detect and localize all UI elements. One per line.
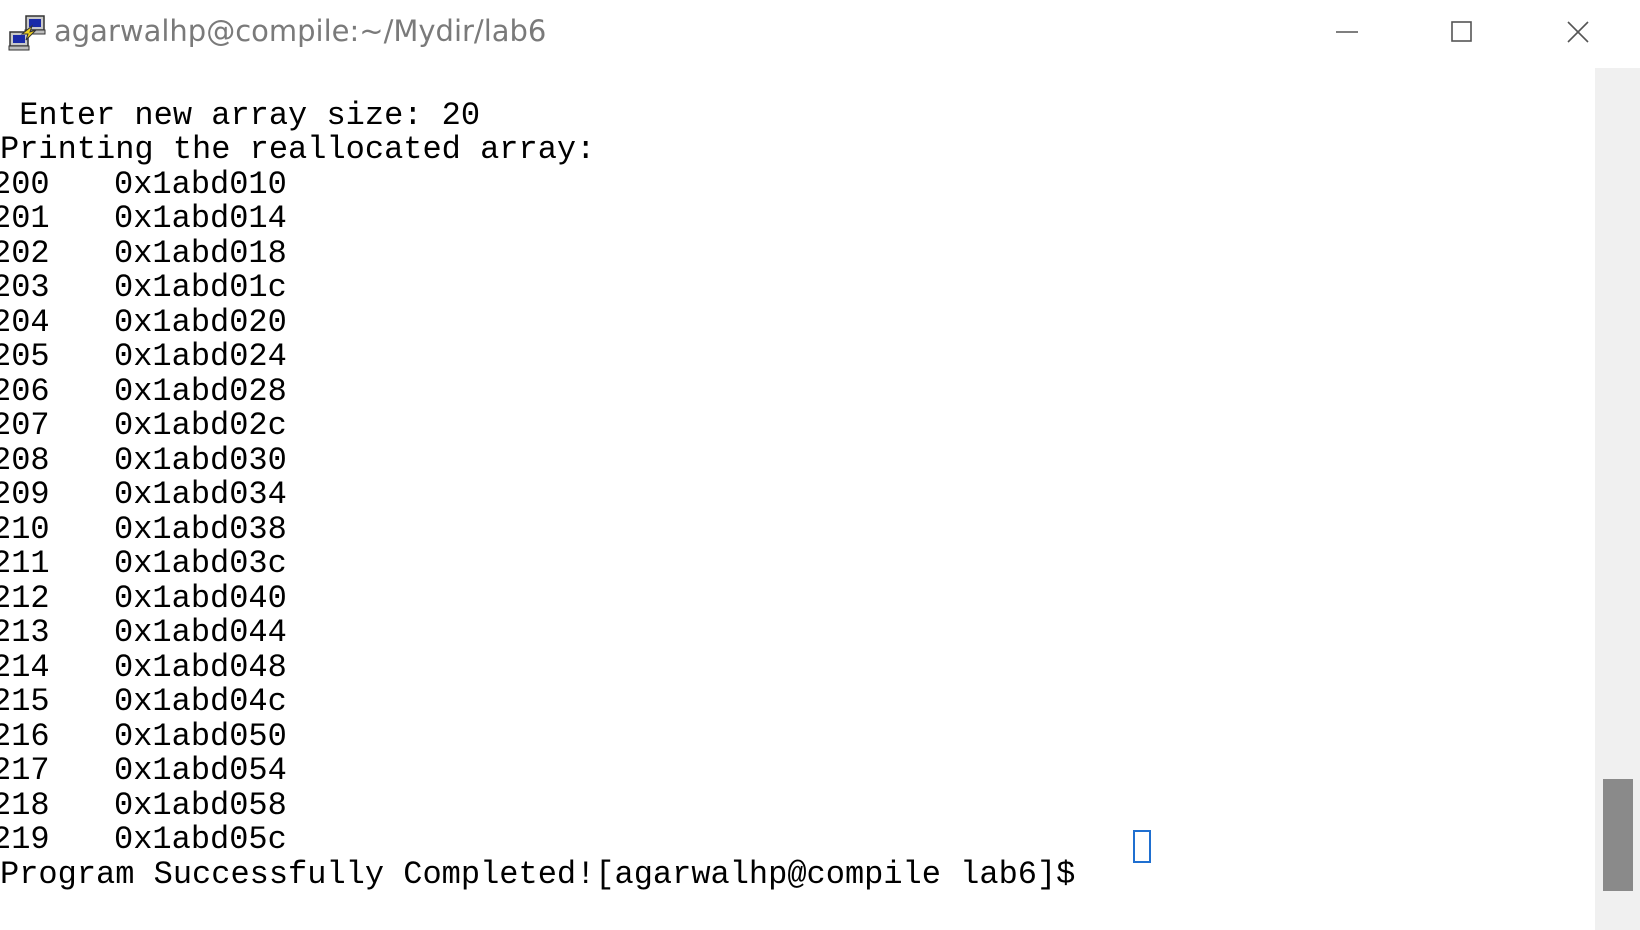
row-index: 210 xyxy=(0,511,50,548)
row-index: 205 xyxy=(0,338,50,375)
row-index: 214 xyxy=(0,649,50,686)
row-address: 0x1abd05c xyxy=(114,821,287,858)
row-address: 0x1abd058 xyxy=(114,787,287,824)
terminal-output[interactable]: Enter new array size: 20 Printing the re… xyxy=(0,68,1595,930)
row-address: 0x1abd04c xyxy=(114,683,287,720)
putty-icon[interactable] xyxy=(8,12,48,52)
row-index: 208 xyxy=(0,442,50,479)
minimize-button[interactable] xyxy=(1312,6,1382,58)
window-title: agarwalhp@compile:~/Mydir/lab6 xyxy=(54,14,547,48)
maximize-icon xyxy=(1451,21,1472,42)
title-bar[interactable]: agarwalhp@compile:~/Mydir/lab6 xyxy=(0,0,1640,68)
row-index: 211 xyxy=(0,545,50,582)
close-icon xyxy=(1567,21,1589,43)
row-index: 207 xyxy=(0,407,50,444)
row-address: 0x1abd044 xyxy=(114,614,287,651)
row-index: 201 xyxy=(0,200,50,237)
row-address: 0x1abd03c xyxy=(114,545,287,582)
minimize-icon xyxy=(1336,31,1358,33)
row-index: 209 xyxy=(0,476,50,513)
terminal-prompt-line: Enter new array size: 20 xyxy=(0,97,481,134)
row-address: 0x1abd018 xyxy=(114,235,287,272)
scrollbar-thumb[interactable] xyxy=(1603,779,1633,891)
row-address: 0x1abd024 xyxy=(114,338,287,375)
row-index: 215 xyxy=(0,683,50,720)
row-index: 206 xyxy=(0,373,50,410)
terminal-header-line: Printing the reallocated array: xyxy=(0,131,596,168)
row-index: 217 xyxy=(0,752,50,789)
row-address: 0x1abd028 xyxy=(114,373,287,410)
row-index: 202 xyxy=(0,235,50,272)
close-button[interactable] xyxy=(1543,6,1613,58)
row-index: 212 xyxy=(0,580,50,617)
row-address: 0x1abd014 xyxy=(114,200,287,237)
vertical-scrollbar[interactable] xyxy=(1595,68,1640,930)
row-address: 0x1abd01c xyxy=(114,269,287,306)
maximize-button[interactable] xyxy=(1427,6,1497,58)
row-index: 213 xyxy=(0,614,50,651)
row-index: 219 xyxy=(0,821,50,858)
row-address: 0x1abd040 xyxy=(114,580,287,617)
row-address: 0x1abd020 xyxy=(114,304,287,341)
terminal-window: agarwalhp@compile:~/Mydir/lab6 Enter new… xyxy=(0,0,1640,930)
row-index: 203 xyxy=(0,269,50,306)
terminal-cursor xyxy=(1133,830,1151,863)
row-index: 218 xyxy=(0,787,50,824)
row-address: 0x1abd054 xyxy=(114,752,287,789)
row-address: 0x1abd030 xyxy=(114,442,287,479)
row-address: 0x1abd034 xyxy=(114,476,287,513)
row-address: 0x1abd010 xyxy=(114,166,287,203)
terminal-final-line: Program Successfully Completed![agarwalh… xyxy=(0,856,1095,893)
row-address: 0x1abd050 xyxy=(114,718,287,755)
row-address: 0x1abd038 xyxy=(114,511,287,548)
row-index: 200 xyxy=(0,166,50,203)
row-address: 0x1abd02c xyxy=(114,407,287,444)
row-address: 0x1abd048 xyxy=(114,649,287,686)
row-index: 204 xyxy=(0,304,50,341)
row-index: 216 xyxy=(0,718,50,755)
